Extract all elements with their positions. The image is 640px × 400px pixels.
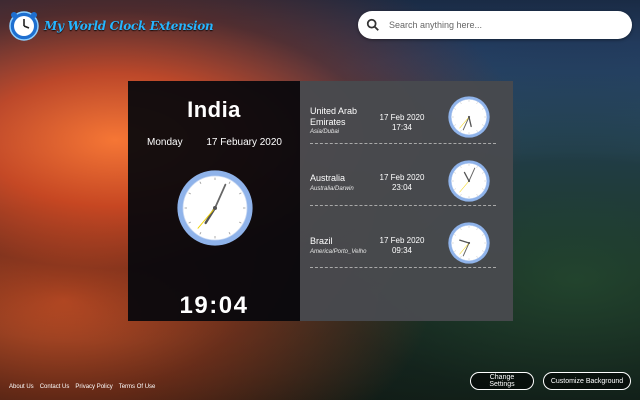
analog-clock (448, 160, 490, 202)
main-analog-clock (177, 170, 253, 246)
clock-center (467, 115, 471, 119)
timezone-label: Australia/Darwin (310, 186, 354, 192)
search-bar[interactable] (358, 11, 632, 39)
world-clock-list: United Arab Emirates Asia/Dubai 17 Feb 20… (300, 81, 513, 321)
globe-clock-icon (8, 10, 40, 42)
city-name: United Arab Emirates (310, 106, 358, 127)
main-date: 17 Febuary 2020 (206, 137, 282, 148)
logo-text: My World Clock Extension (44, 19, 214, 33)
clock-date-time: 17 Feb 2020 23:04 (379, 173, 425, 192)
main-clock-card: India Monday 17 Febuary 2020 19:04 (128, 81, 300, 321)
clock-center (467, 179, 471, 183)
privacy-policy-link[interactable]: Privacy Policy (75, 384, 112, 390)
clock-center (467, 241, 471, 245)
list-item[interactable]: Australia Australia/Darwin 17 Feb 2020 23… (310, 143, 496, 206)
main-day: Monday (147, 137, 183, 148)
clock-date-time: 17 Feb 2020 09:34 (379, 236, 425, 255)
about-us-link[interactable]: About Us (9, 384, 34, 390)
search-icon (366, 18, 379, 31)
list-item[interactable]: Brazil America/Porto_Velho 17 Feb 2020 09… (310, 205, 496, 268)
change-settings-button[interactable]: Change Settings (470, 372, 534, 390)
app-logo[interactable]: My World Clock Extension (8, 10, 214, 42)
timezone-label: America/Porto_Velho (310, 249, 367, 255)
analog-clock (448, 96, 490, 138)
footer-links: About Us Contact Us Privacy Policy Terms… (9, 384, 155, 390)
clock-date-time: 17 Feb 2020 17:34 (379, 113, 425, 132)
contact-us-link[interactable]: Contact Us (40, 384, 70, 390)
customize-background-button[interactable]: Customize Background (543, 372, 631, 390)
timezone-label: Asia/Dubai (310, 129, 340, 135)
search-input[interactable] (387, 19, 611, 31)
clock-center (213, 206, 217, 210)
main-country: India (187, 97, 241, 122)
list-item[interactable]: United Arab Emirates Asia/Dubai 17 Feb 20… (310, 81, 496, 144)
city-name: Brazil (310, 236, 333, 246)
city-name: Australia (310, 173, 346, 183)
clock-panel: India Monday 17 Febuary 2020 19:04 Unite… (128, 81, 513, 321)
main-digital-time: 19:04 (179, 292, 249, 319)
analog-clock (448, 222, 490, 264)
terms-of-use-link[interactable]: Terms Of Use (119, 384, 156, 390)
